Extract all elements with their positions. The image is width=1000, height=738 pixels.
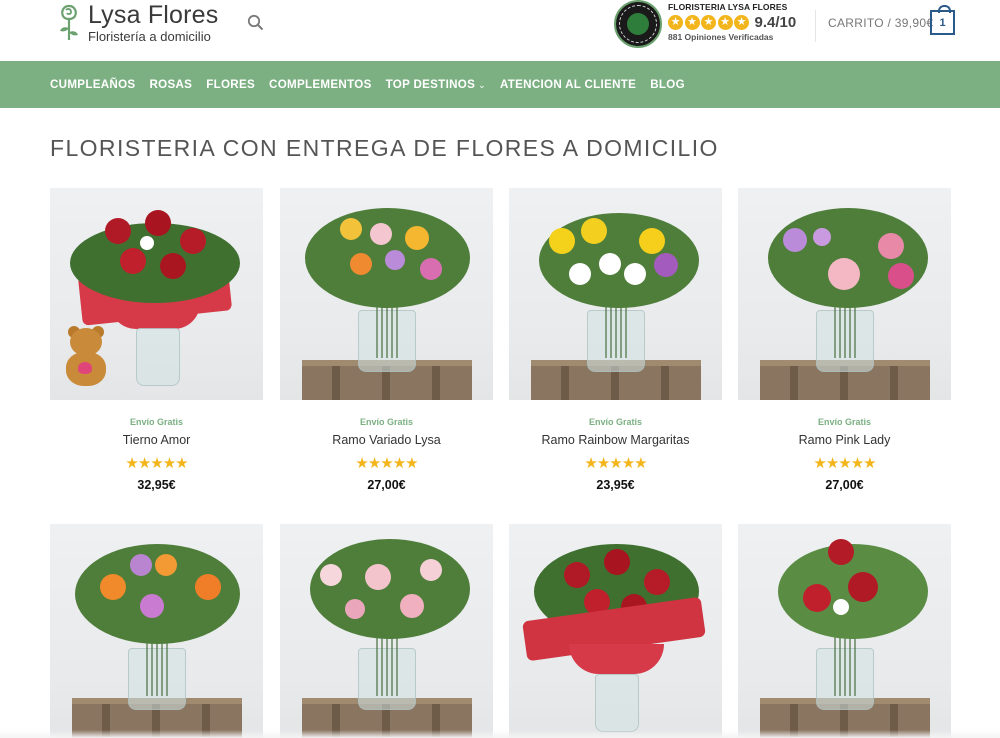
cart-label[interactable]: CARRITO / 39,90€ (828, 16, 933, 30)
product-name[interactable]: Ramo Variado Lysa (280, 433, 493, 447)
nav-item-complementos[interactable]: COMPLEMENTOS (269, 78, 372, 91)
star-icon: ★★★★★ (125, 455, 188, 472)
product-image[interactable] (738, 524, 951, 738)
star-icon: ★★★★★ (813, 455, 876, 472)
nav-item-flores[interactable]: FLORES (206, 78, 255, 91)
star-icon: ★★★★★ (355, 455, 418, 472)
star-icon: ★ (668, 15, 683, 30)
product-image[interactable] (280, 524, 493, 738)
reviews-score: 9.4/10 (754, 14, 797, 31)
site-logo[interactable]: Lysa Flores Floristería a domicilio (56, 2, 218, 45)
page-title: FLORISTERIA CON ENTREGA DE FLORES A DOMI… (50, 135, 719, 161)
certificate-seal-icon (614, 0, 662, 48)
cart-icon[interactable]: 1 (930, 5, 955, 35)
teddy-bear (62, 326, 110, 390)
chevron-down-icon: ⌄ (478, 80, 486, 90)
product-card[interactable]: Envío Gratis Ramo Pink Lady ★★★★★ 27,00€ (738, 188, 951, 492)
product-rating: ★★★★★ (509, 456, 722, 471)
product-name[interactable]: Ramo Pink Lady (738, 433, 951, 447)
product-rating: ★★★★★ (280, 456, 493, 471)
logo-name: Lysa Flores (88, 1, 219, 29)
product-card[interactable] (738, 524, 951, 738)
free-shipping-badge: Envío Gratis (129, 417, 183, 427)
star-icon: ★★★★★ (584, 455, 647, 472)
nav-item-atencion-cliente[interactable]: ATENCION AL CLIENTE (500, 78, 636, 91)
star-icon: ★ (717, 15, 733, 30)
product-rating: ★★★★★ (50, 456, 263, 471)
product-price: 32,95€ (137, 478, 176, 492)
product-rating: ★★★★★ (738, 456, 951, 471)
product-image[interactable] (738, 188, 951, 400)
logo-tagline: Floristería a domicilio (88, 29, 211, 44)
product-card[interactable] (50, 524, 263, 738)
product-price: 27,00€ (367, 478, 406, 492)
nav-item-label: TOP DESTINOS (385, 78, 476, 91)
product-name[interactable]: Ramo Rainbow Margaritas (509, 433, 722, 447)
product-image[interactable] (50, 524, 263, 738)
star-icon: ★ (701, 15, 716, 30)
site-header: Lysa Flores Floristería a domicilio FLOR… (0, 0, 1000, 61)
product-card[interactable] (280, 524, 493, 738)
product-image[interactable] (50, 188, 263, 400)
page-fade (0, 730, 1000, 738)
nav-item-top-destinos[interactable]: TOP DESTINOS ⌄ (386, 78, 486, 91)
product-price: 23,95€ (596, 478, 635, 492)
reviews-count: 881 Opiniones Verificadas (668, 32, 774, 42)
free-shipping-badge: Envío Gratis (817, 417, 871, 427)
product-card[interactable]: Envío Gratis Ramo Rainbow Margaritas ★★★… (509, 188, 722, 492)
product-price: 27,00€ (825, 478, 864, 492)
star-icon: ★ (734, 15, 749, 30)
reviews-widget[interactable]: FLORISTERIA LYSA FLORES ★ ★ ★ ★ ★ 9.4/10… (668, 2, 796, 42)
free-shipping-badge: Envío Gratis (588, 417, 642, 427)
product-card[interactable]: Envío Gratis Tierno Amor ★★★★★ 32,95€ (50, 188, 263, 492)
main-navigation: CUMPLEAÑOS ROSAS FLORES COMPLEMENTOS TOP… (0, 61, 1000, 108)
header-divider (815, 10, 816, 42)
nav-item-rosas[interactable]: ROSAS (149, 78, 192, 91)
product-name[interactable]: Tierno Amor (50, 433, 263, 447)
reviews-title: FLORISTERIA LYSA FLORES (668, 2, 788, 12)
nav-item-cumpleanos[interactable]: CUMPLEAÑOS (50, 78, 135, 91)
search-icon[interactable] (247, 14, 264, 31)
free-shipping-badge: Envío Gratis (359, 417, 413, 427)
product-image[interactable] (509, 524, 722, 738)
star-icon: ★ (684, 15, 700, 30)
nav-item-blog[interactable]: BLOG (650, 78, 685, 91)
rose-logo-icon (60, 4, 78, 40)
product-card[interactable] (509, 524, 722, 738)
cart-count: 1 (939, 16, 946, 29)
product-image[interactable] (280, 188, 493, 400)
product-image[interactable] (509, 188, 722, 400)
product-card[interactable]: Envío Gratis Ramo Variado Lysa ★★★★★ 27,… (280, 188, 493, 492)
